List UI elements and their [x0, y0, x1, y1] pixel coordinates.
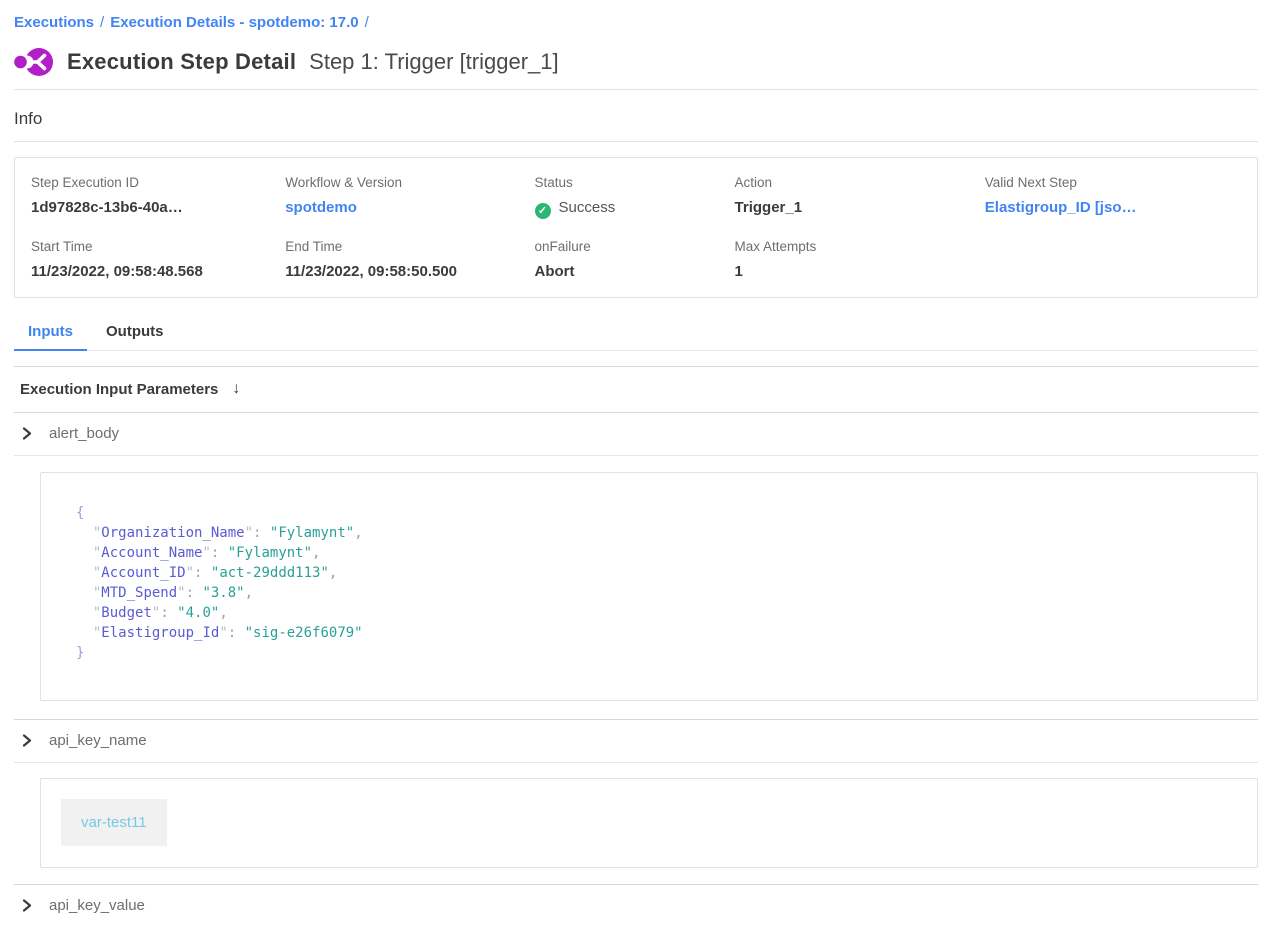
- info-field-label: Workflow & Version: [285, 175, 534, 190]
- execution-input-parameters-header: Execution Input Parameters ↓: [14, 367, 1258, 413]
- info-field-label: Start Time: [31, 239, 285, 254]
- execution-input-parameters-label: Execution Input Parameters: [20, 381, 218, 398]
- breadcrumb-separator: /: [100, 14, 104, 31]
- info-field: Max Attempts 1: [735, 239, 985, 280]
- info-field-value[interactable]: spotdemo: [285, 199, 534, 216]
- check-circle-icon: ✓: [535, 203, 551, 219]
- chevron-right-icon[interactable]: [20, 899, 33, 912]
- tab-bar: InputsOutputs: [14, 320, 1258, 351]
- info-field: onFailure Abort: [535, 239, 735, 280]
- info-field: Step Execution ID 1d97828c-13b6-40a…: [31, 175, 285, 219]
- info-field-label: Action: [735, 175, 985, 190]
- param-name: api_key_value: [49, 897, 145, 914]
- info-card: Step Execution ID 1d97828c-13b6-40a…Workf…: [14, 157, 1258, 298]
- info-field-label: Valid Next Step: [985, 175, 1241, 190]
- info-field: End Time 11/23/2022, 09:58:50.500: [285, 239, 534, 280]
- page-subtitle: Step 1: Trigger [trigger_1]: [309, 49, 558, 75]
- info-field-value: Trigger_1: [735, 199, 985, 216]
- info-field: Workflow & Version spotdemo: [285, 175, 534, 219]
- tab-outputs[interactable]: Outputs: [92, 320, 178, 350]
- param-name: api_key_name: [49, 732, 147, 749]
- info-field: Status ✓ Success: [535, 175, 735, 219]
- breadcrumb-separator: /: [365, 14, 369, 31]
- param-row-alert-body[interactable]: alert_body: [14, 413, 1258, 456]
- tab-inputs[interactable]: Inputs: [14, 320, 87, 351]
- page-title: Execution Step Detail: [67, 49, 296, 75]
- alert-body-code-box: { "Organization_Name": "Fylamynt", "Acco…: [40, 472, 1258, 701]
- breadcrumb-link[interactable]: Execution Details - spotdemo: 17.0: [110, 14, 358, 31]
- alert-body-json: { "Organization_Name": "Fylamynt", "Acco…: [41, 473, 1257, 663]
- info-field: Action Trigger_1: [735, 175, 985, 219]
- chevron-right-icon[interactable]: [20, 734, 33, 747]
- info-field-label: Step Execution ID: [31, 175, 285, 190]
- info-field-value: Abort: [535, 263, 735, 280]
- info-field-label: Max Attempts: [735, 239, 985, 254]
- divider: [14, 141, 1258, 142]
- info-field-label: End Time: [285, 239, 534, 254]
- info-field-label: onFailure: [535, 239, 735, 254]
- info-field-value: 1d97828c-13b6-40a…: [31, 199, 285, 216]
- breadcrumb: Executions / Execution Details - spotdemo:…: [14, 0, 1258, 31]
- chevron-right-icon[interactable]: [20, 427, 33, 440]
- param-name: alert_body: [49, 425, 119, 442]
- info-field-value: 11/23/2022, 09:58:48.568: [31, 263, 285, 280]
- status-text: Success: [559, 199, 616, 216]
- down-arrow-icon[interactable]: ↓: [232, 380, 240, 398]
- info-field-value[interactable]: Elastigroup_ID [jso…: [985, 199, 1241, 216]
- info-field-value: 11/23/2022, 09:58:50.500: [285, 263, 534, 280]
- info-section-heading: Info: [14, 90, 1258, 141]
- api-key-name-value: var-test11: [61, 799, 167, 846]
- param-row-api-key-name[interactable]: api_key_name: [14, 720, 1258, 763]
- info-field: Start Time 11/23/2022, 09:58:48.568: [31, 239, 285, 280]
- breadcrumb-link[interactable]: Executions: [14, 14, 94, 31]
- info-field-label: Status: [535, 175, 735, 190]
- page-header: Execution Step Detail Step 1: Trigger [t…: [14, 45, 1258, 79]
- api-key-name-value-box: var-test11: [40, 778, 1258, 868]
- param-row-api-key-value[interactable]: api_key_value: [14, 885, 1258, 927]
- info-field-value: ✓ Success: [535, 199, 735, 219]
- info-field-value: 1: [735, 263, 985, 280]
- fylamynt-logo-icon: [14, 45, 54, 79]
- info-field: Valid Next Step Elastigroup_ID [jso…: [985, 175, 1241, 219]
- page: Executions / Execution Details - spotdemo:…: [14, 0, 1258, 927]
